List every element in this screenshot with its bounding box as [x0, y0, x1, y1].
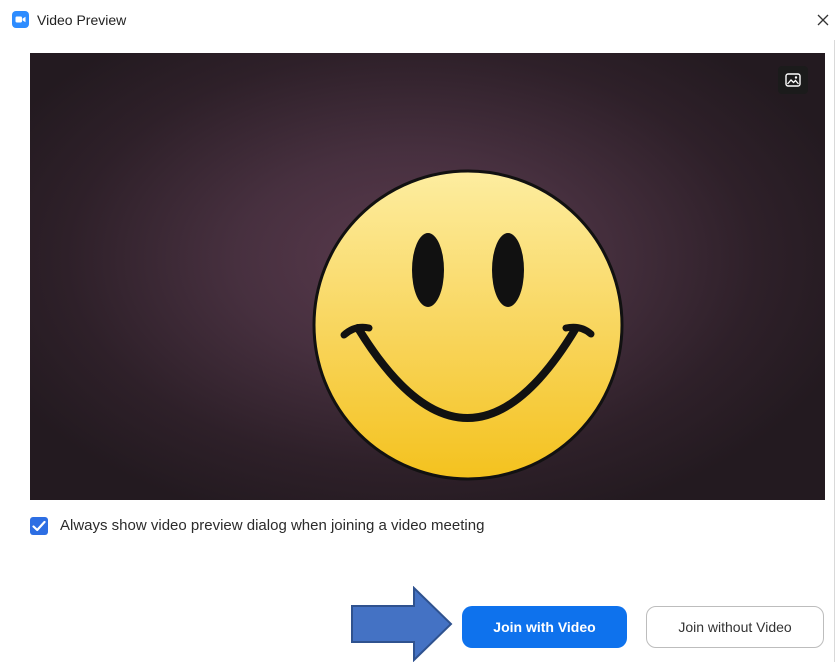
- always-show-preview-checkbox[interactable]: [30, 517, 48, 535]
- always-show-preview-option[interactable]: Always show video preview dialog when jo…: [30, 514, 484, 538]
- checkmark-icon: [32, 520, 46, 532]
- zoom-app-icon: [12, 11, 29, 28]
- video-preview-area: [30, 53, 825, 500]
- arrow-right-icon: [351, 586, 453, 662]
- close-button[interactable]: [811, 6, 835, 34]
- join-without-video-button[interactable]: Join without Video: [646, 606, 824, 648]
- image-icon: [785, 73, 801, 87]
- change-background-button[interactable]: [778, 66, 808, 94]
- join-with-video-button[interactable]: Join with Video: [462, 606, 627, 648]
- always-show-preview-label[interactable]: Always show video preview dialog when jo…: [60, 516, 484, 536]
- video-preview-window: Video Preview Always show video preview …: [0, 0, 835, 662]
- close-icon: [817, 14, 829, 26]
- window-title: Video Preview: [37, 12, 127, 28]
- smiley-face-image: [312, 169, 624, 481]
- title-bar: Video Preview: [0, 0, 835, 40]
